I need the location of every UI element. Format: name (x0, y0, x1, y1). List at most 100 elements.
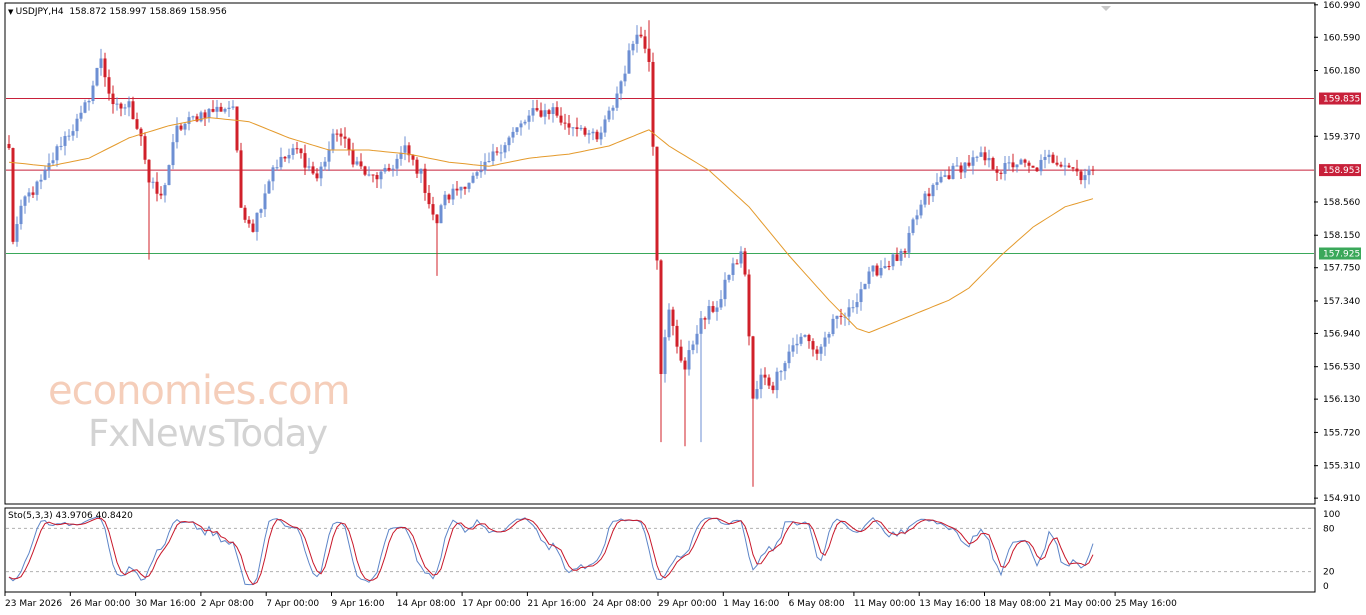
candle (935, 173, 939, 191)
candle (747, 269, 751, 346)
candle (851, 300, 855, 313)
level-tag-label: 157.925 (1323, 250, 1360, 260)
candle (335, 129, 339, 142)
candle (403, 136, 407, 161)
candle (815, 345, 819, 361)
candle-body (63, 136, 67, 146)
candle-body (731, 263, 735, 275)
candle-body (427, 192, 431, 205)
scroll-marker[interactable] (1101, 6, 1111, 11)
candle (143, 132, 147, 165)
candle-body (1059, 164, 1063, 167)
candle (79, 105, 83, 122)
candle (499, 144, 503, 162)
candle (367, 166, 371, 177)
candle (211, 100, 215, 113)
candle (427, 184, 431, 209)
candle (415, 157, 419, 178)
stoch-axis: 100 80 20 0 (1323, 510, 1340, 592)
candle (931, 183, 935, 203)
price-tick-label: 158.150 (1323, 231, 1360, 241)
time-tick-label: 17 Apr 00:00 (462, 599, 521, 609)
candle (391, 164, 395, 177)
candle-body (595, 131, 599, 140)
candle-body (431, 204, 435, 215)
candle (535, 99, 539, 112)
candle (599, 126, 603, 146)
candle-body (771, 385, 775, 391)
candle (1039, 154, 1043, 176)
candle-body (1019, 159, 1023, 165)
candle-body (1091, 169, 1095, 171)
candle (623, 65, 627, 87)
candle-body (535, 108, 539, 111)
time-tick-label: 26 Mar 00:00 (70, 599, 130, 609)
candle (135, 112, 139, 130)
candle-body (155, 181, 159, 194)
candle-body (927, 193, 931, 197)
candle (971, 150, 975, 175)
candle (979, 146, 983, 158)
candle-body (959, 165, 963, 173)
candle (239, 142, 243, 208)
candle-body (99, 58, 103, 68)
candle (419, 168, 423, 184)
candle (615, 86, 619, 111)
candle (243, 205, 247, 223)
stoch-main-line (8, 516, 1094, 586)
header-triangle-icon[interactable]: ▼ (8, 8, 16, 16)
candle-body (423, 168, 427, 193)
candle-body (71, 131, 75, 136)
candle (15, 216, 19, 247)
candle-body (903, 250, 907, 253)
candle-body (367, 174, 371, 176)
candle (155, 172, 159, 202)
candle (999, 171, 1003, 180)
candle (767, 374, 771, 389)
candle (1003, 155, 1007, 181)
candle (823, 331, 827, 356)
candle (1067, 162, 1071, 168)
candle-body (491, 151, 495, 162)
candle (251, 219, 255, 233)
candle (691, 340, 695, 355)
candle-body (243, 207, 247, 220)
candle (131, 96, 135, 120)
candle-body (211, 109, 215, 112)
candle (519, 120, 523, 136)
candle (563, 113, 567, 130)
candle-body (303, 153, 307, 168)
candle-body (259, 209, 263, 213)
candle-body (359, 161, 363, 167)
candle (555, 101, 559, 118)
candle-body (27, 192, 31, 197)
candle-body (803, 335, 807, 337)
candle (667, 303, 671, 341)
candle (55, 144, 59, 167)
candle (631, 40, 635, 56)
candle-body (207, 109, 211, 118)
candle-body (703, 318, 707, 320)
candle (643, 29, 647, 54)
candle (919, 199, 923, 219)
candle-body (171, 142, 175, 166)
level-tag-label: 158.953 (1323, 166, 1360, 176)
candle (263, 184, 267, 218)
candle-body (779, 371, 783, 373)
candle (323, 156, 327, 171)
candle-body (835, 315, 839, 319)
candle (375, 172, 379, 188)
candle-body (223, 108, 227, 112)
candle (67, 129, 71, 141)
candle (115, 97, 119, 111)
candle (467, 182, 471, 193)
candle (151, 177, 155, 189)
candle (567, 114, 571, 135)
candle-body (671, 309, 675, 326)
candle-body (1039, 159, 1043, 172)
candle-body (479, 170, 483, 173)
candle (299, 148, 303, 159)
candle (83, 99, 87, 114)
candle-body (939, 176, 943, 183)
candle (75, 113, 79, 138)
